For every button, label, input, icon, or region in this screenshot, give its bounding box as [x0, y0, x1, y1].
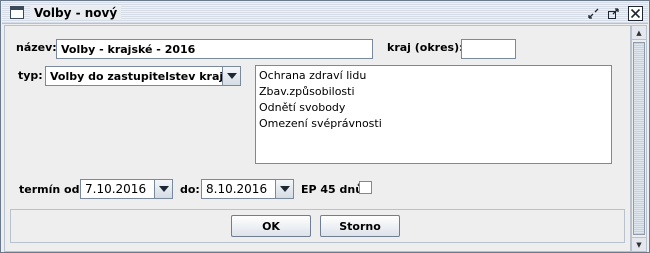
dialog-window: Volby - nový ▲ ▼ název: Volby - krajské … — [0, 0, 650, 253]
minimize-icon[interactable] — [586, 6, 601, 21]
list-item[interactable]: Odnětí svobody — [258, 100, 609, 116]
ep-checkbox[interactable] — [359, 181, 372, 194]
termin-od-select[interactable]: 7.10.2016 — [80, 179, 173, 199]
typ-select-value: Volby do zastupitelstev krajů — [50, 70, 232, 83]
typ-select[interactable]: Volby do zastupitelstev krajů — [45, 66, 241, 86]
nazev-input[interactable]: Volby - krajské - 2016 — [56, 39, 373, 59]
termin-od-value: 7.10.2016 — [85, 182, 147, 196]
title-bar[interactable]: Volby - nový — [2, 2, 648, 24]
do-select[interactable]: 8.10.2016 — [201, 179, 294, 199]
kraj-label: kraj (okres): — [387, 41, 464, 54]
window-title: Volby - nový — [30, 6, 122, 20]
chevron-down-icon[interactable] — [222, 67, 240, 85]
do-label: do: — [180, 183, 200, 196]
chevron-down-icon[interactable] — [275, 180, 293, 198]
maximize-icon[interactable] — [606, 6, 621, 21]
termin-od-label: termín od: — [19, 183, 84, 196]
list-item[interactable]: Zbav.způsobilosti — [258, 84, 609, 100]
list-item[interactable]: Ochrana zdraví lidu — [258, 68, 609, 84]
scroll-thumb[interactable] — [633, 42, 645, 235]
close-icon[interactable] — [628, 6, 643, 21]
scroll-up-icon[interactable]: ▲ — [632, 26, 646, 40]
nazev-label: název: — [16, 41, 57, 54]
reasons-list[interactable]: Ochrana zdraví lidu Zbav.způsobilosti Od… — [255, 65, 612, 164]
ok-button[interactable]: OK — [231, 215, 311, 237]
do-value: 8.10.2016 — [206, 182, 268, 196]
button-panel — [10, 209, 625, 243]
ep-label: EP 45 dnů: — [301, 183, 368, 196]
window-icon — [10, 6, 24, 19]
scroll-down-icon[interactable]: ▼ — [632, 237, 646, 251]
list-item[interactable]: Omezení svéprávnosti — [258, 116, 609, 132]
vertical-scrollbar[interactable]: ▲ ▼ — [631, 25, 647, 252]
chevron-down-icon[interactable] — [154, 180, 172, 198]
typ-label: typ: — [18, 69, 43, 82]
kraj-input[interactable] — [461, 39, 516, 59]
storno-button[interactable]: Storno — [320, 215, 400, 237]
